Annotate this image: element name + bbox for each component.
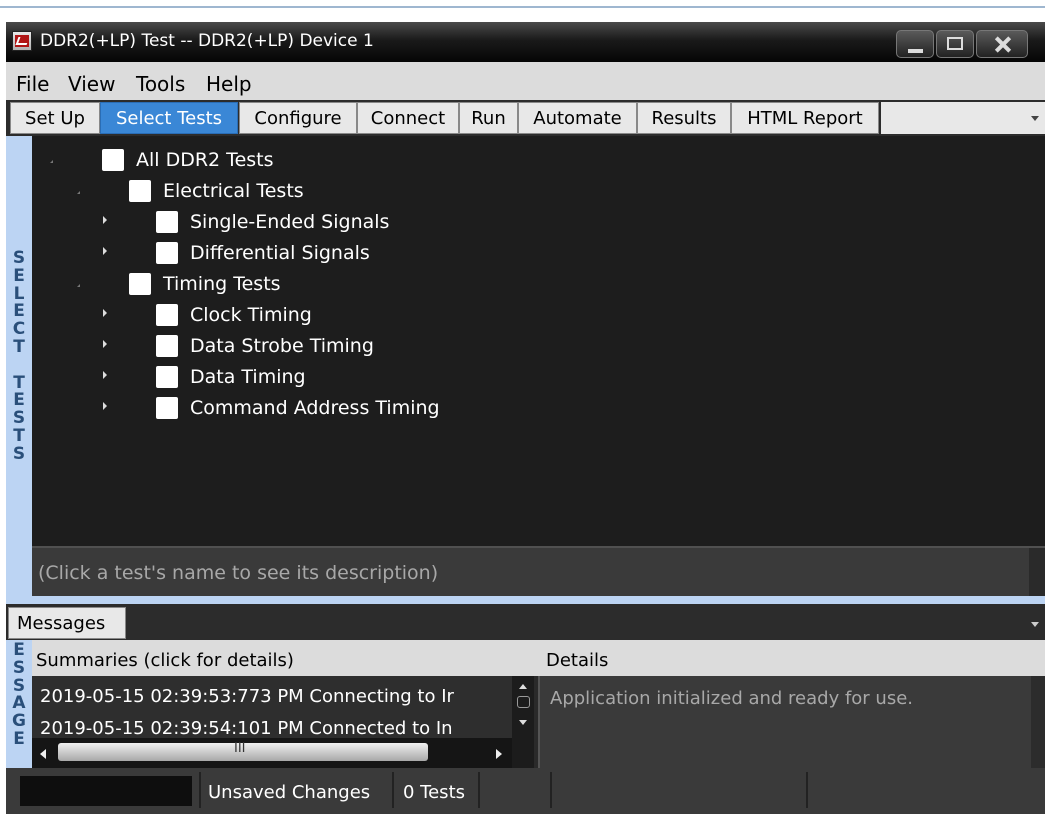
maximize-button[interactable] — [936, 30, 974, 58]
messages-chevron-down-icon[interactable] — [1031, 622, 1039, 627]
tab-messages[interactable]: Messages — [8, 607, 126, 639]
checkbox[interactable] — [156, 397, 178, 419]
status-divider — [550, 772, 552, 808]
list-item[interactable]: 2019-05-15 02:39:53:773 PM Connecting to… — [40, 686, 454, 707]
tab-select-tests[interactable]: Select Tests — [100, 102, 238, 134]
tree-node-label[interactable]: Electrical Tests — [163, 180, 304, 202]
menu-tools[interactable]: Tools — [136, 72, 185, 96]
tree-node-label[interactable]: Timing Tests — [163, 273, 281, 295]
expand-arrow-icon[interactable] — [103, 216, 107, 224]
tab-results[interactable]: Results — [637, 102, 731, 134]
description-scrollbar[interactable] — [1029, 548, 1045, 598]
tree-node-label[interactable]: Command Address Timing — [190, 397, 440, 419]
checkbox[interactable] — [129, 180, 151, 202]
messages-tab-filler — [128, 607, 1045, 639]
tab-connect[interactable]: Connect — [357, 102, 459, 134]
summaries-header-label: Summaries (click for details) — [36, 650, 294, 671]
description-placeholder: (Click a test's name to see its descript… — [38, 562, 439, 584]
menu-view[interactable]: View — [68, 72, 115, 96]
app-window: DDR2(+LP) Test -- DDR2(+LP) Device 1 Fil… — [6, 22, 1045, 814]
side-label-text: SELECT TESTS — [12, 248, 26, 464]
scroll-thumb[interactable] — [517, 696, 530, 708]
status-divider — [478, 772, 480, 808]
tab-set-up[interactable]: Set Up — [10, 102, 100, 134]
unsaved-changes-label: Unsaved Changes — [208, 782, 371, 803]
checkbox[interactable] — [156, 335, 178, 357]
checkbox[interactable] — [156, 211, 178, 233]
menu-file[interactable]: File — [16, 72, 49, 96]
checkbox[interactable] — [129, 273, 151, 295]
scroll-right-arrow-icon[interactable] — [496, 749, 502, 759]
summaries-header: Summaries (click for details) — [32, 640, 534, 676]
details-scrollbar[interactable] — [1031, 676, 1045, 768]
tree-node-label[interactable]: All DDR2 Tests — [136, 149, 274, 171]
details-panel[interactable]: Application initialized and ready for us… — [538, 676, 1045, 768]
tree-node-label[interactable]: Data Strobe Timing — [190, 335, 374, 357]
collapse-arrow-icon[interactable] — [77, 191, 80, 194]
status-indicator — [20, 776, 192, 806]
collapse-arrow-icon[interactable] — [50, 160, 53, 163]
checkbox[interactable] — [156, 304, 178, 326]
tab-bar-filler — [881, 102, 1045, 134]
tab-automate[interactable]: Automate — [518, 102, 637, 134]
menu-bar: File View Tools Help — [6, 62, 1045, 100]
panel-splitter[interactable] — [6, 596, 1045, 604]
scroll-left-arrow-icon[interactable] — [40, 749, 46, 759]
checkbox[interactable] — [102, 149, 124, 171]
tab-configure[interactable]: Configure — [239, 102, 357, 134]
tree-node-label[interactable]: Data Timing — [190, 366, 306, 388]
test-description-box[interactable]: (Click a test's name to see its descript… — [32, 546, 1045, 598]
checkbox[interactable] — [156, 242, 178, 264]
expand-arrow-icon[interactable] — [103, 340, 107, 348]
summaries-vertical-scrollbar[interactable] — [512, 676, 534, 768]
scroll-up-arrow-icon[interactable] — [519, 684, 527, 689]
main-tab-bar: Set Up Select Tests Configure Connect Ru… — [6, 100, 1045, 136]
app-logo-icon — [12, 31, 32, 51]
expand-arrow-icon[interactable] — [103, 247, 107, 255]
window-title: DDR2(+LP) Test -- DDR2(+LP) Device 1 — [40, 31, 374, 51]
checkbox[interactable] — [156, 366, 178, 388]
tree-node-label[interactable]: Differential Signals — [190, 242, 370, 264]
tree-node-label[interactable]: Single-Ended Signals — [190, 211, 389, 233]
collapse-arrow-icon[interactable] — [77, 284, 80, 287]
list-item[interactable]: 2019-05-15 02:39:54:101 PM Connected to … — [40, 718, 453, 739]
status-bar: Unsaved Changes 0 Tests — [6, 768, 1045, 814]
expand-arrow-icon[interactable] — [103, 402, 107, 410]
select-tests-side-label: SELECT TESTS — [6, 136, 32, 596]
top-border-line — [0, 6, 1045, 8]
minimize-button[interactable] — [896, 30, 934, 58]
details-text: Application initialized and ready for us… — [550, 688, 914, 709]
status-divider — [806, 772, 808, 808]
scroll-down-arrow-icon[interactable] — [519, 720, 527, 725]
test-tree-panel: All DDR2 Tests Electrical Tests Single-E… — [32, 136, 1045, 546]
expand-arrow-icon[interactable] — [103, 309, 107, 317]
messages-side-label-text: ESSAGE — [12, 640, 26, 749]
test-count-label: 0 Tests — [403, 782, 465, 803]
summaries-horizontal-scrollbar[interactable]: III — [32, 738, 512, 768]
scroll-thumb[interactable]: III — [58, 741, 428, 761]
status-divider — [392, 772, 394, 808]
messages-tab-bar: Messages — [6, 604, 1045, 640]
tab-html-report[interactable]: HTML Report — [731, 102, 879, 134]
messages-side-label: ESSAGE — [6, 640, 32, 768]
close-button[interactable] — [976, 30, 1028, 58]
title-bar[interactable]: DDR2(+LP) Test -- DDR2(+LP) Device 1 — [6, 22, 1045, 62]
menu-help[interactable]: Help — [206, 72, 252, 96]
tab-run[interactable]: Run — [459, 102, 518, 134]
details-header: Details — [534, 640, 1045, 676]
details-header-label: Details — [546, 650, 609, 671]
scroll-grip: III — [234, 741, 246, 756]
expand-arrow-icon[interactable] — [103, 371, 107, 379]
tree-node-label[interactable]: Clock Timing — [190, 304, 312, 326]
status-divider — [199, 772, 201, 808]
tab-overflow-chevron-down-icon[interactable] — [1031, 116, 1039, 121]
